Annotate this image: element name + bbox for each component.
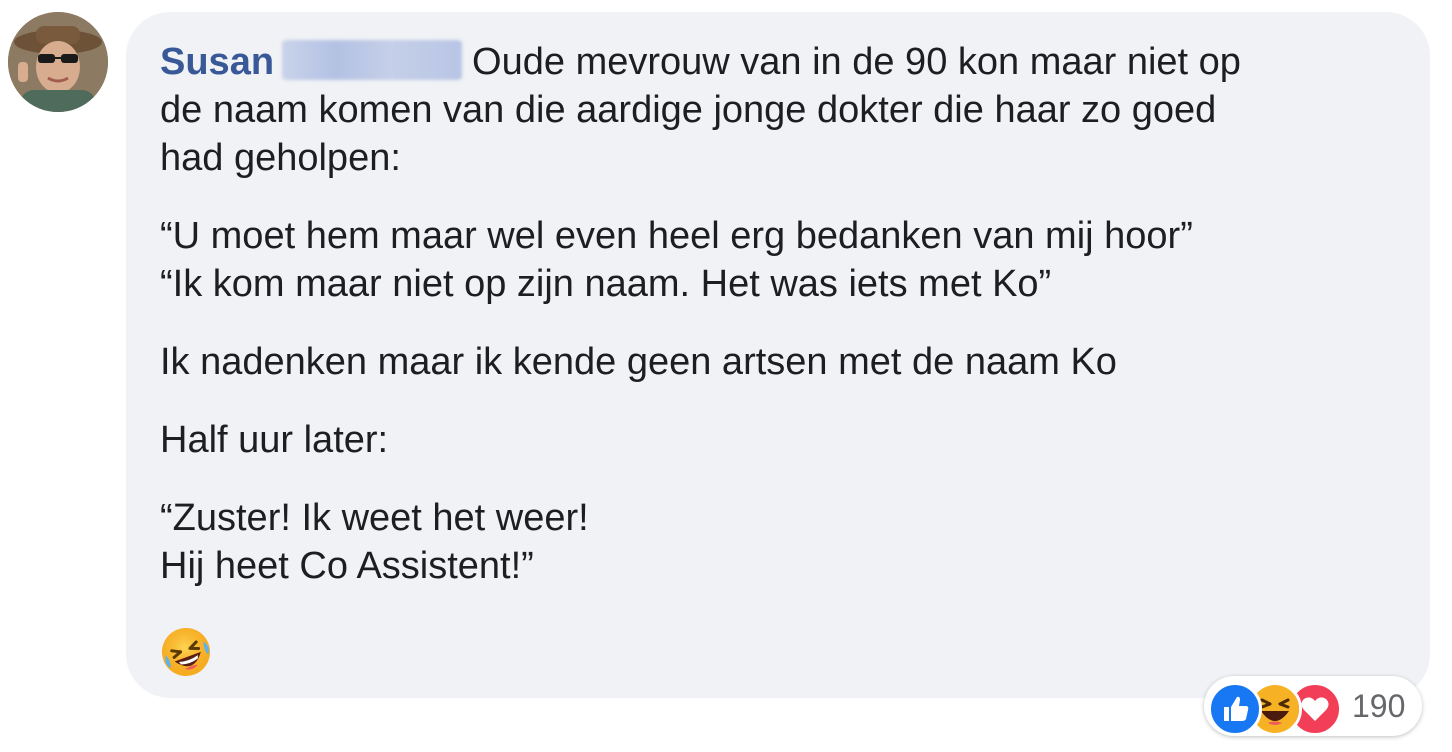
comment-paragraph: Susan Oude mevrouw van in de 90 kon maar … (160, 38, 1400, 182)
comment-text-line: de naam komen van die aardige jonge dokt… (160, 89, 1217, 131)
comment-text-line: “Ik kom maar niet op zijn naam. Het was … (160, 263, 1052, 305)
comment-text-line: Ik nadenken maar ik kende geen artsen me… (160, 341, 1117, 383)
comment-text-line: Hij heet Co Assistent!” (160, 545, 534, 587)
comment-paragraph: “Zuster! Ik weet het weer! Hij heet Co A… (160, 494, 1400, 590)
redacted-surname (282, 40, 463, 80)
like-icon (1208, 682, 1262, 736)
comment-body: Susan Oude mevrouw van in de 90 kon maar … (160, 38, 1400, 590)
reactions-summary[interactable]: 190 (1204, 676, 1422, 736)
comment-paragraph: Half uur later: (160, 416, 1400, 464)
comment-thread: Susan Oude mevrouw van in de 90 kon maar … (0, 0, 1452, 752)
author-name-link[interactable]: Susan (160, 41, 274, 83)
rolling-on-floor-laughing-emoji (160, 626, 212, 678)
reaction-count: 190 (1352, 688, 1406, 724)
comment-text-line: had geholpen: (160, 137, 401, 179)
author-avatar[interactable] (8, 12, 108, 112)
comment-text-line: Oude mevrouw van in de 90 kon maar niet … (472, 41, 1241, 83)
comment-text-line: “Zuster! Ik weet het weer! (160, 497, 589, 539)
avatar-photo (8, 12, 108, 112)
comment-text-line: Half uur later: (160, 419, 389, 461)
comment-text-line: “U moet hem maar wel even heel erg bedan… (160, 215, 1193, 257)
comment-paragraph: “U moet hem maar wel even heel erg bedan… (160, 212, 1400, 308)
comment-paragraph: Ik nadenken maar ik kende geen artsen me… (160, 338, 1400, 386)
